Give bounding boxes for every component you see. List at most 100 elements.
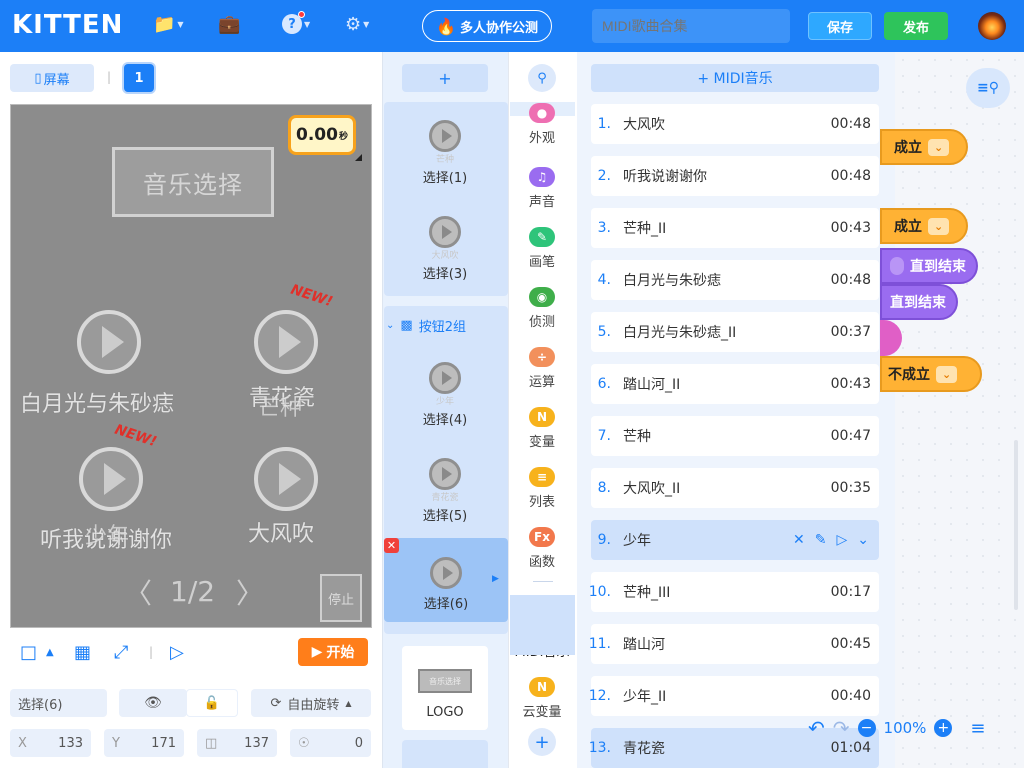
resize-handle-icon[interactable] <box>355 154 362 161</box>
sprite-card-selected[interactable]: 选择(6) <box>384 538 508 622</box>
direction-field[interactable]: ☉ 0 <box>290 729 371 757</box>
track-name: 芒种_III <box>623 585 671 601</box>
search-icon[interactable]: ⚲ <box>528 64 556 92</box>
align-icon[interactable]: ≡ <box>970 718 985 739</box>
folder-menu[interactable]: 📁 ▼ <box>153 14 184 35</box>
track-row[interactable]: 4. 白月光与朱砂痣 00:48 <box>591 260 879 300</box>
code-block[interactable]: 不成立 ⌄ <box>880 356 982 392</box>
next-page-icon[interactable]: 〉 <box>236 572 264 612</box>
stage-play-button[interactable] <box>254 447 318 511</box>
stage-title-button[interactable]: 音乐选择 <box>112 147 274 217</box>
group-header[interactable]: ⌄ ▩ 按钮2组 <box>386 312 506 338</box>
fullscreen-icon[interactable]: ⤢ <box>114 642 128 663</box>
redo-icon[interactable]: ↷ <box>833 716 850 740</box>
sprite-name-field[interactable]: 选择(6) <box>10 689 107 717</box>
stage-play-button[interactable] <box>254 310 318 374</box>
category-6[interactable]: ≡ 列表 <box>508 458 576 518</box>
edit-icon[interactable]: ✎ <box>815 532 827 548</box>
category-2[interactable]: ✎ 画笔 <box>508 218 576 278</box>
category-7[interactable]: Fx 函数 <box>508 518 576 578</box>
visibility-toggle[interactable]: 👁 <box>119 689 187 717</box>
close-icon[interactable]: ✕ <box>793 532 805 548</box>
sprite-name: 选择(5) <box>422 509 468 524</box>
variable-icon: N <box>529 676 555 697</box>
y-field[interactable]: Y 171 <box>104 729 184 757</box>
chevron-down-icon[interactable]: ⌄ <box>857 532 869 548</box>
avatar[interactable] <box>978 12 1006 40</box>
chevron-up-icon[interactable]: ▲ <box>46 647 54 658</box>
sprite-card[interactable]: 音乐选择 LOGO <box>402 646 488 730</box>
track-row[interactable]: 9. 少年 ✕ ✎ ▷ ⌄ <box>591 520 879 560</box>
category-5[interactable]: N 变量 <box>508 398 576 458</box>
category-1[interactable]: ♫ 声音 <box>508 158 576 218</box>
scrollbar[interactable] <box>1014 440 1018 610</box>
track-row[interactable]: 3. 芒种_II 00:43 <box>591 208 879 248</box>
chevron-right-icon[interactable]: ▶ <box>492 574 499 584</box>
collab-button[interactable]: 🔥 多人协作公测 <box>422 10 552 42</box>
app-logo[interactable]: KITTEN <box>12 10 123 40</box>
category-3[interactable]: ◉ 侦测 <box>508 278 576 338</box>
code-search-button[interactable]: ≡⚲ <box>966 68 1010 108</box>
project-name-input[interactable] <box>592 9 790 43</box>
track-row[interactable]: 5. 白月光与朱砂痣_II 00:37 <box>591 312 879 352</box>
track-index: 10. <box>588 584 611 600</box>
grid-icon[interactable]: ▦ <box>74 642 91 663</box>
chevron-down-icon: ⌄ <box>386 319 395 331</box>
start-button[interactable]: ▶ 开始 <box>298 638 368 666</box>
category-4[interactable]: ÷ 运算 <box>508 338 576 398</box>
sprite-card[interactable]: 大风吹 选择(3) <box>383 196 507 292</box>
track-row[interactable]: 6. 踏山河_II 00:43 <box>591 364 879 404</box>
aspect-ratio-icon[interactable]: □ <box>20 642 37 663</box>
add-sprite-button[interactable]: + <box>402 64 488 92</box>
delete-icon[interactable]: ✕ <box>384 538 399 553</box>
sprite-card[interactable]: 芒种 选择(1) <box>383 100 507 196</box>
code-block[interactable]: 成立 ⌄ <box>880 129 968 165</box>
sprite-thumb-label: 大风吹 <box>431 251 459 261</box>
add-midi-button[interactable]: + MIDI音乐 <box>591 64 879 92</box>
player-icon[interactable]: ▷ <box>170 642 184 663</box>
size-field[interactable]: ◫ 137 <box>197 729 277 757</box>
publish-button[interactable]: 发布 <box>884 12 948 40</box>
block-slot <box>890 257 904 275</box>
rotation-mode-select[interactable]: ⟳ 自由旋转 ▲ <box>251 689 371 717</box>
track-row[interactable]: 7. 芒种 00:47 <box>591 416 879 456</box>
track-row[interactable]: 2. 听我说谢谢你 00:48 <box>591 156 879 196</box>
undo-icon[interactable]: ↶ <box>808 716 825 740</box>
timer-unit: 秒 <box>338 131 348 142</box>
zoom-in-icon[interactable]: + <box>934 719 953 737</box>
track-row[interactable]: 12. 少年_II 00:40 <box>589 676 879 716</box>
track-row[interactable]: 1. 大风吹 00:48 <box>591 104 879 144</box>
x-field[interactable]: X 133 <box>10 729 91 757</box>
code-block[interactable]: 直到结束 <box>880 284 958 320</box>
category-9[interactable]: N 云变量 <box>508 668 576 728</box>
zoom-out-icon[interactable]: − <box>857 719 876 737</box>
code-block[interactable]: 直到结束 <box>880 248 978 284</box>
add-extension-button[interactable]: + <box>528 728 556 756</box>
screen-button[interactable]: ▯ 屏幕 <box>10 64 94 92</box>
stage-play-button[interactable] <box>79 447 143 511</box>
backpack-icon[interactable]: 💼 <box>218 14 240 35</box>
save-button[interactable]: 保存 <box>808 12 872 40</box>
track-name: 听我说谢谢你 <box>623 169 707 185</box>
sprite-card[interactable]: 少年 选择(4) <box>383 342 507 438</box>
sprite-card[interactable]: 青花瓷 选择(5) <box>383 438 507 534</box>
sprite-card[interactable] <box>402 740 488 768</box>
play-icon <box>429 458 461 490</box>
track-row[interactable]: 8. 大风吹_II 00:35 <box>591 468 879 508</box>
track-name: 青花瓷 <box>623 741 665 757</box>
play-icon[interactable]: ▷ <box>836 532 847 548</box>
prev-page-icon[interactable]: 〈 <box>124 572 152 612</box>
zoom-bar: ↶ ↷ − 100% + ≡ <box>808 716 986 740</box>
track-index: 1. <box>597 116 611 132</box>
stage-play-button[interactable] <box>77 310 141 374</box>
code-block[interactable]: 成立 ⌄ <box>880 208 968 244</box>
stage-label: 白月光与朱砂痣 <box>20 392 175 417</box>
category-0[interactable]: ● 外观 <box>508 94 576 154</box>
track-row[interactable]: 11. 踏山河 00:45 <box>589 624 879 664</box>
lock-toggle[interactable]: 🔓 <box>186 689 238 717</box>
track-row[interactable]: 10. 芒种_III 00:17 <box>589 572 879 612</box>
screen-page-button[interactable]: 1 <box>124 64 154 92</box>
settings-menu[interactable]: ⚙ ▼ <box>345 14 369 35</box>
help-menu[interactable]: ? ▼ <box>282 11 310 34</box>
stop-button[interactable]: 停止 <box>320 574 362 622</box>
